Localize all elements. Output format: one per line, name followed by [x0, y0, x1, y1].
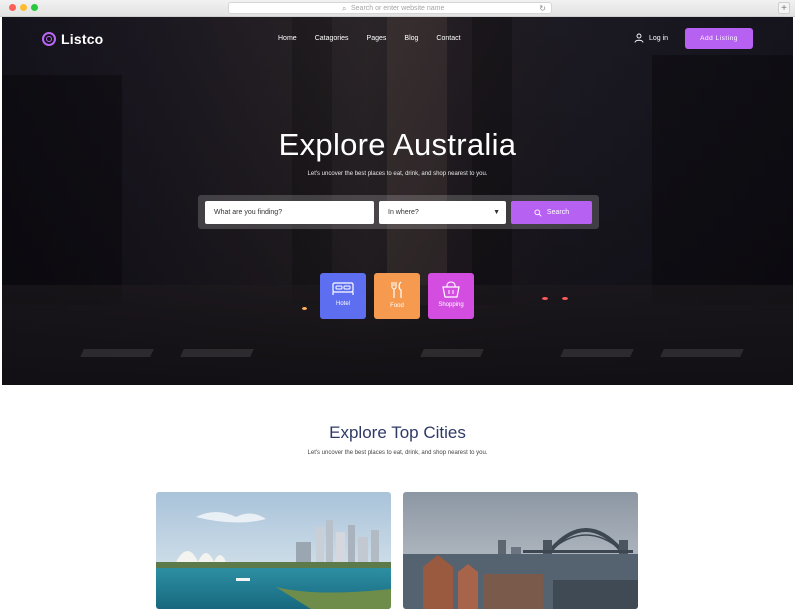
car-light	[542, 297, 548, 300]
nav-item-contact[interactable]: Contact	[436, 35, 460, 42]
brand-logo[interactable]: Listco	[42, 31, 103, 47]
address-placeholder: Search or enter website name	[351, 5, 445, 12]
maximize-window-button[interactable]	[31, 4, 38, 11]
login-label: Log in	[649, 34, 669, 42]
search-icon	[534, 208, 542, 217]
search-bar: What are you finding? In where? ▼ Search	[198, 195, 599, 229]
search-icon: ⌕	[342, 4, 347, 13]
building-shape	[2, 75, 122, 305]
browser-window: ⌕ Search or enter website name ↻ + Listc…	[0, 0, 795, 612]
category-label: Shopping	[438, 302, 464, 308]
hero-section: Listco Home Catagories Pages Blog Contac…	[2, 17, 793, 385]
close-window-button[interactable]	[9, 4, 16, 11]
brand-name: Listco	[61, 31, 104, 47]
fork-knife-icon	[391, 281, 402, 298]
address-bar[interactable]: ⌕ Search or enter website name ↻	[228, 2, 552, 14]
location-select-label: In where?	[388, 209, 419, 216]
car-light	[302, 307, 307, 310]
category-food[interactable]: Food	[374, 273, 420, 319]
search-button-label: Search	[546, 209, 570, 216]
shopping-bag-icon	[442, 281, 460, 298]
crosswalk-stripe	[660, 349, 744, 357]
city-photo	[403, 492, 638, 609]
main-nav: Home Catagories Pages Blog Contact	[278, 35, 479, 42]
city-card[interactable]	[156, 492, 391, 609]
crosswalk-stripe	[80, 349, 154, 357]
car-light	[562, 297, 568, 300]
crosswalk-stripe	[560, 349, 634, 357]
reload-icon[interactable]: ↻	[539, 3, 546, 14]
logo-icon	[42, 32, 56, 46]
category-shopping[interactable]: Shopping	[428, 273, 474, 319]
category-label: Hotel	[335, 301, 350, 307]
caret-down-icon: ▼	[493, 209, 500, 216]
nav-item-pages[interactable]: Pages	[367, 35, 387, 42]
nav-item-home[interactable]: Home	[278, 35, 297, 42]
category-hotel[interactable]: Hotel	[320, 273, 366, 319]
bed-icon	[332, 282, 354, 295]
what-search-input[interactable]: What are you finding?	[205, 201, 374, 224]
search-button[interactable]: Search	[511, 201, 592, 224]
hero-title: Explore Australia	[278, 127, 517, 162]
hero-subtitle: Let's uncover the best places to eat, dr…	[307, 171, 488, 177]
location-select[interactable]: In where? ▼	[379, 201, 506, 224]
city-card[interactable]	[403, 492, 638, 609]
minimize-window-button[interactable]	[20, 4, 27, 11]
section-subtitle: Let's uncover the best places to eat, dr…	[307, 450, 488, 456]
browser-toolbar: ⌕ Search or enter website name ↻ +	[0, 0, 795, 17]
new-tab-button[interactable]: +	[778, 2, 790, 14]
user-icon	[634, 33, 644, 43]
login-link[interactable]: Log in	[634, 33, 668, 43]
crosswalk-stripe	[180, 349, 254, 357]
building-shape	[652, 55, 793, 305]
city-photo	[156, 492, 391, 609]
nav-item-catagories[interactable]: Catagories	[315, 35, 349, 42]
nav-item-blog[interactable]: Blog	[404, 35, 418, 42]
crosswalk-stripe	[420, 349, 484, 357]
section-title: Explore Top Cities	[329, 423, 466, 442]
category-label: Food	[390, 303, 404, 309]
add-listing-button[interactable]: Add Listing	[685, 28, 753, 49]
